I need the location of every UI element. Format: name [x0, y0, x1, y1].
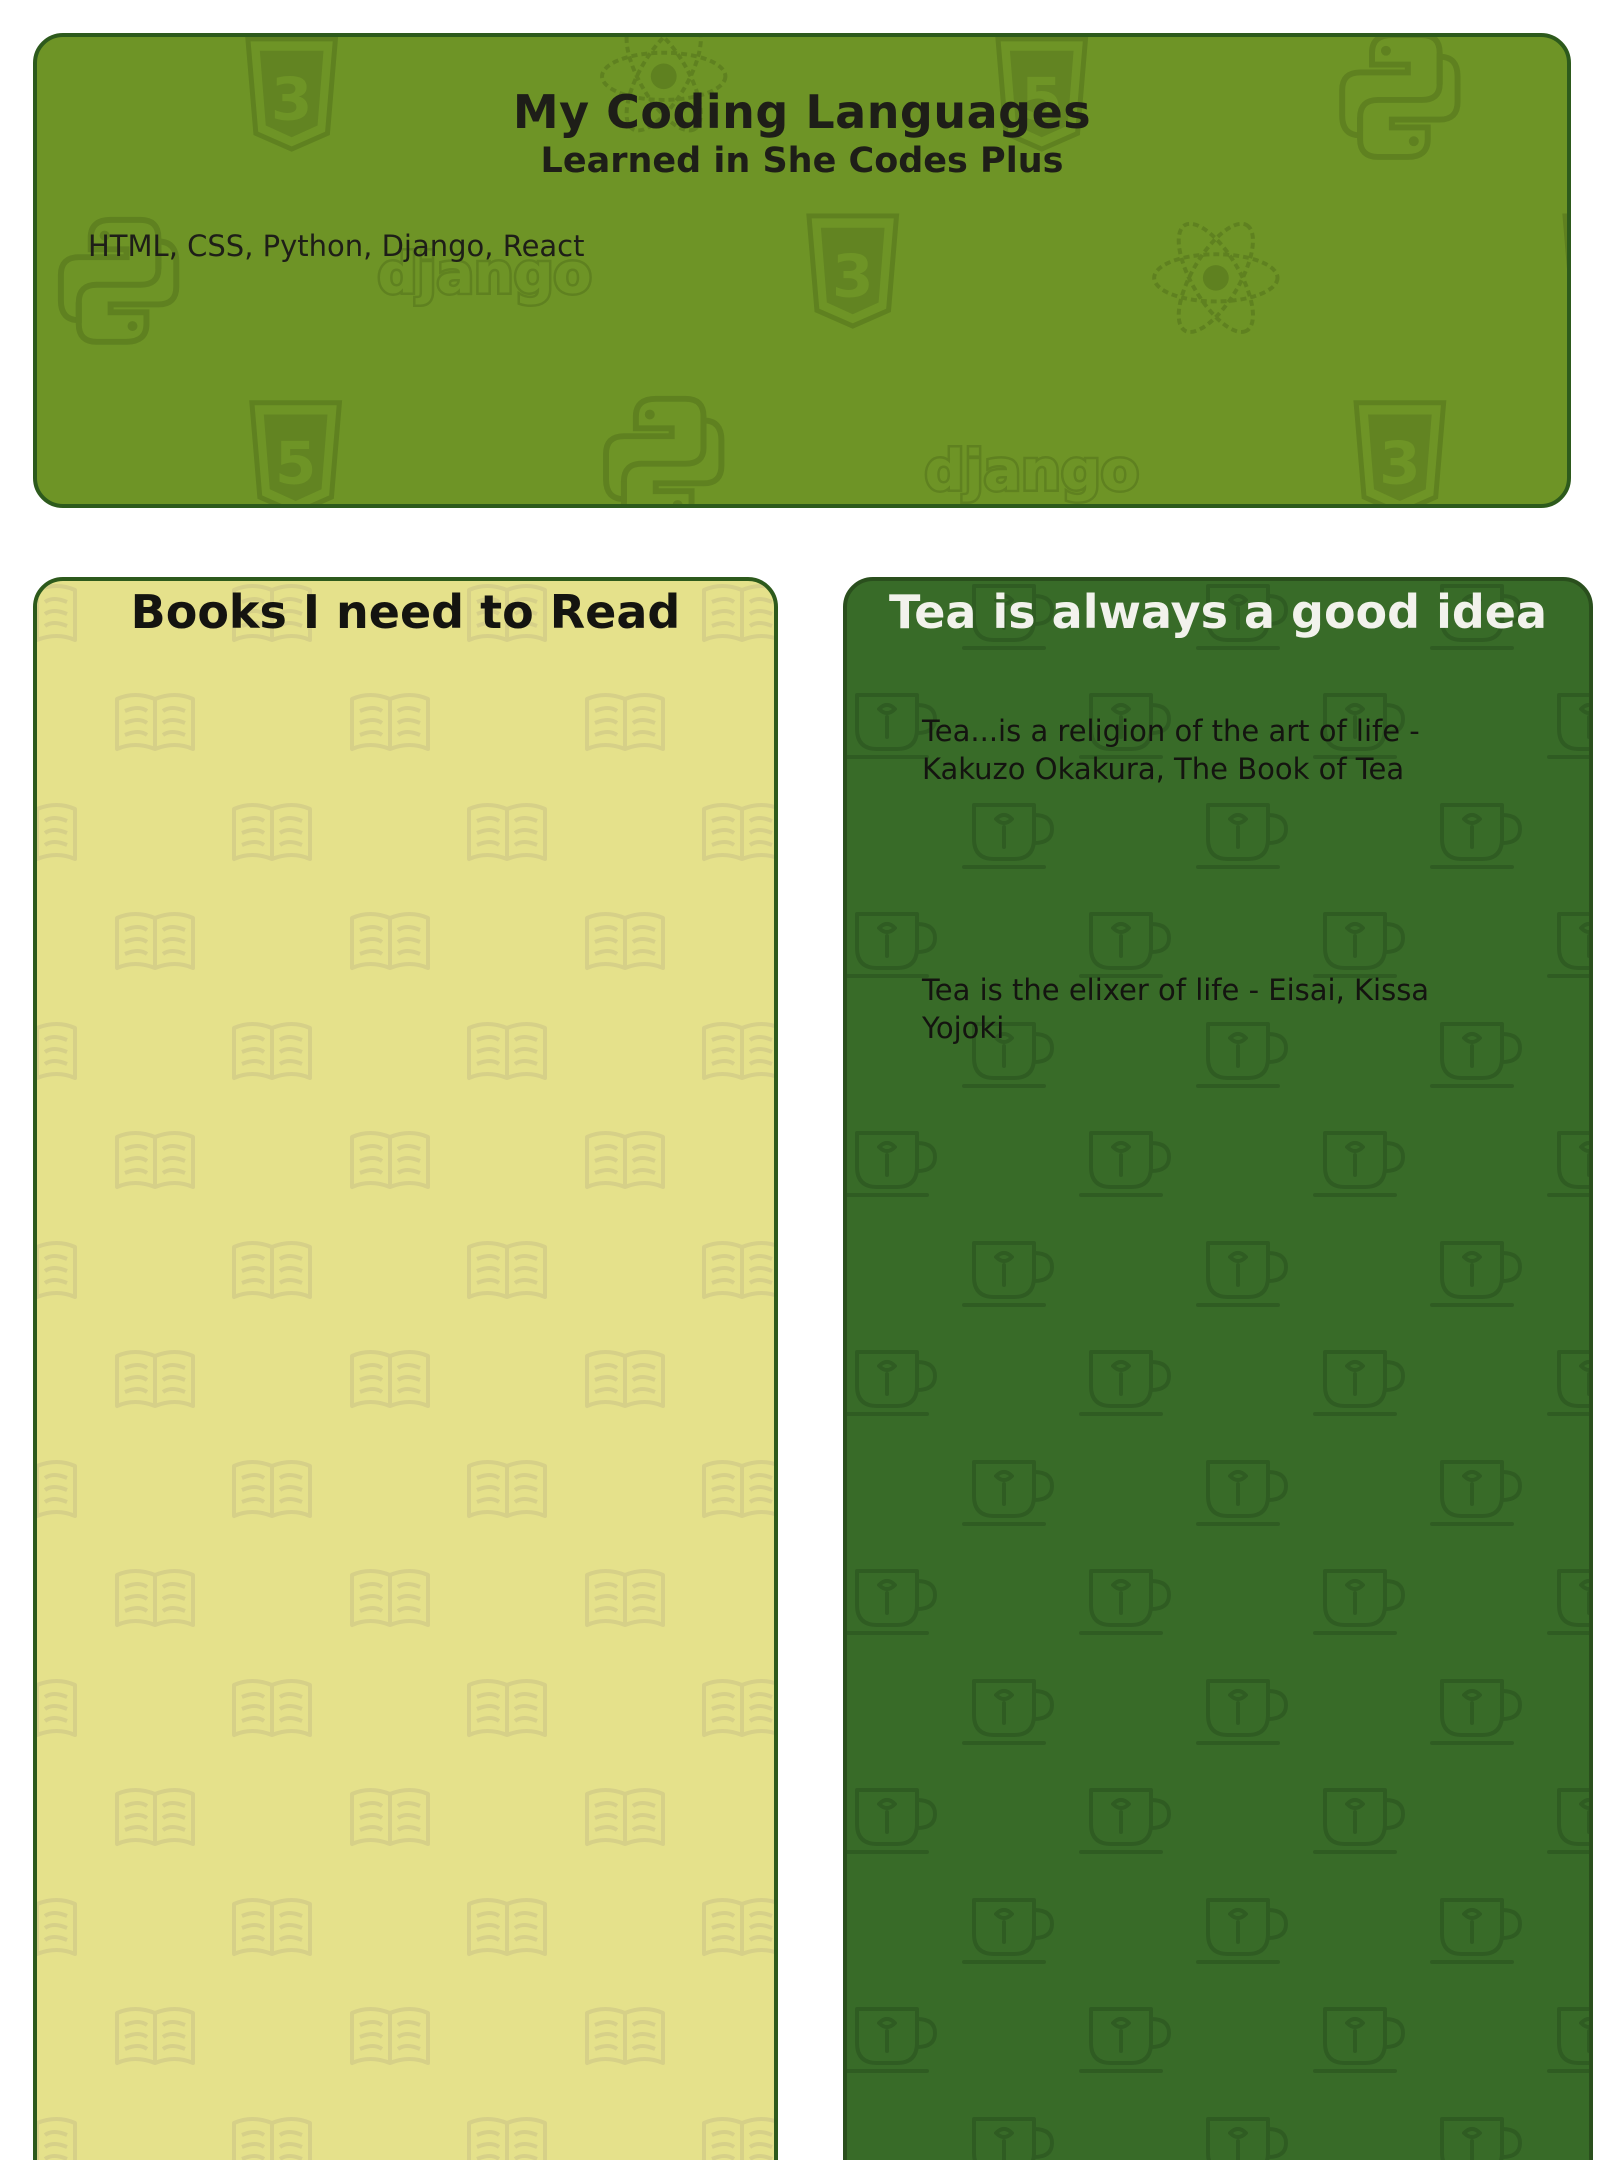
tea-quote: Tea is the elixer of life - Eisai, Kissa…	[922, 973, 1430, 1045]
tea-cup-icon-pattern	[847, 581, 1589, 2160]
coding-languages-list: HTML, CSS, Python, Django, React	[88, 229, 585, 263]
tea-card-title: Tea is always a good idea	[888, 585, 1548, 639]
tea-quote: Tea...is a religion of the art of life -…	[922, 714, 1420, 786]
books-card: Books I need to Read	[33, 577, 778, 2160]
coding-languages-subtitle: Learned in She Codes Plus	[540, 141, 1064, 181]
books-card-title: Books I need to Read	[130, 585, 681, 639]
coding-languages-title: My Coding Languages	[512, 85, 1092, 139]
tea-card: Tea is always a good idea Tea...is a rel…	[843, 577, 1593, 2160]
coding-languages-card: 3 5 django	[33, 33, 1571, 508]
open-book-icon-pattern	[37, 581, 774, 2160]
